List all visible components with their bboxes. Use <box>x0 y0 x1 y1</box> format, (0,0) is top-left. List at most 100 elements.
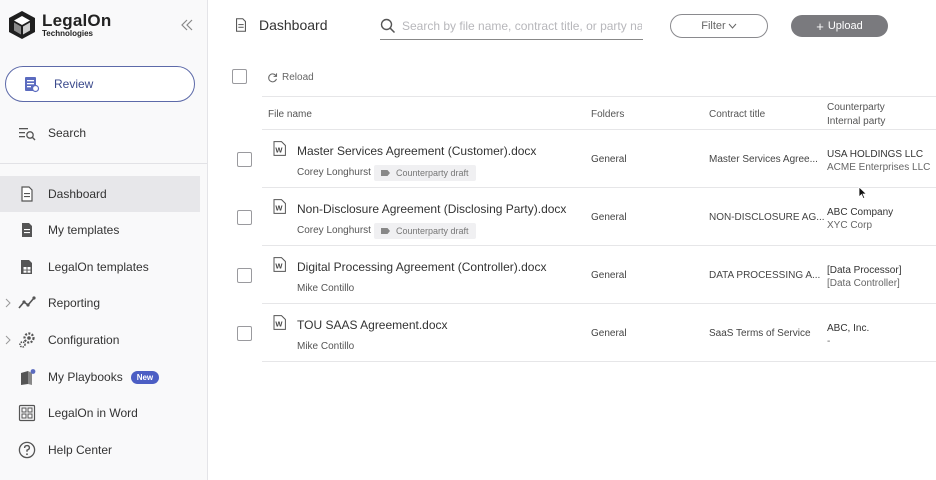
legalon-logo-icon <box>9 11 35 39</box>
trend-icon <box>18 296 36 309</box>
search-input[interactable] <box>402 18 642 33</box>
sidebar-item-reporting[interactable]: Reporting <box>0 285 200 321</box>
folder-cell: General <box>591 212 627 223</box>
parties-cell: ABC Company XYC Corp <box>827 206 893 232</box>
help-icon <box>18 441 36 459</box>
plus-icon: + <box>816 18 824 34</box>
sidebar-item-dashboard[interactable]: Dashboard <box>0 176 200 212</box>
parties-cell: ABC, Inc. - <box>827 322 869 348</box>
counterparty-name: ABC, Inc. <box>827 323 870 334</box>
row-checkbox[interactable] <box>237 210 252 225</box>
word-file-icon: W <box>273 199 286 214</box>
contract-title-cell: DATA PROCESSING A... <box>709 270 821 281</box>
counterparty-name: [Data Processor] <box>827 265 902 276</box>
table-row[interactable]: W TOU SAAS Agreement.docx Mike Contillo … <box>237 304 936 362</box>
sidebar-divider <box>0 163 207 164</box>
page-title: Dashboard <box>233 17 328 33</box>
upload-button[interactable]: + Upload <box>791 15 888 37</box>
svg-text:W: W <box>275 320 283 329</box>
review-button[interactable]: Review <box>5 66 195 102</box>
file-owner: Mike Contillo <box>297 283 355 294</box>
reload-icon <box>268 73 278 83</box>
folder-cell: General <box>591 328 627 339</box>
sidebar-item-label: LegalOn templates <box>48 260 149 274</box>
sidebar-item-legalon-templates[interactable]: LegalOn templates <box>0 249 200 285</box>
internal-party-name: ACME Enterprises LLC <box>827 162 931 173</box>
row-checkbox[interactable] <box>237 268 252 283</box>
brand-subtitle: Technologies <box>42 29 93 38</box>
file-owner: Corey Longhurst <box>297 167 371 178</box>
tag-icon <box>381 170 390 176</box>
counterparty-name: ABC Company <box>827 207 894 218</box>
document-icon <box>21 186 33 202</box>
sidebar-item-label: Help Center <box>48 443 113 457</box>
parties-cell: [Data Processor] [Data Controller] <box>827 264 901 290</box>
file-name-link[interactable]: Non-Disclosure Agreement (Disclosing Par… <box>297 202 566 216</box>
internal-party-name: - <box>827 336 831 347</box>
column-header-file-name[interactable]: File name <box>268 109 312 120</box>
chevron-right-icon <box>5 298 11 308</box>
row-checkbox[interactable] <box>237 152 252 167</box>
collapse-sidebar-icon[interactable] <box>179 17 195 33</box>
file-name-link[interactable]: TOU SAAS Agreement.docx <box>297 318 448 332</box>
svg-text:W: W <box>275 262 283 271</box>
parties-cell: USA HOLDINGS LLC ACME Enterprises LLC <box>827 148 930 174</box>
file-name-link[interactable]: Master Services Agreement (Customer).doc… <box>297 144 536 158</box>
svg-text:W: W <box>275 204 283 213</box>
folder-cell: General <box>591 154 627 165</box>
sidebar-item-label: Search <box>48 126 87 140</box>
row-checkbox[interactable] <box>237 326 252 341</box>
search-icon[interactable] <box>380 18 396 34</box>
sidebar-item-help-center[interactable]: Help Center <box>0 432 200 468</box>
legalon-logo[interactable]: LegalOn Technologies <box>8 10 111 40</box>
upload-label: Upload <box>827 20 863 32</box>
sidebar-item-label: My templates <box>48 223 120 237</box>
templates-grid-icon <box>21 260 32 274</box>
table-header: File name Folders Contract title Counter… <box>262 96 936 130</box>
sidebar-item-search[interactable]: Search <box>0 115 200 151</box>
word-file-icon: W <box>273 257 286 272</box>
file-owner: Corey Longhurst <box>297 225 371 236</box>
contract-title-cell: Master Services Agree... <box>709 154 818 165</box>
review-document-icon <box>25 77 40 93</box>
column-header-contract-title[interactable]: Contract title <box>709 109 765 120</box>
word-grid-icon <box>18 404 36 422</box>
gear-icon <box>19 332 35 348</box>
sidebar-item-my-playbooks[interactable]: My Playbooks New <box>0 359 200 395</box>
status-tag-label: Counterparty draft <box>396 226 469 236</box>
status-tag-label: Counterparty draft <box>396 168 469 178</box>
reload-label: Reload <box>282 72 314 83</box>
sidebar-item-legalon-in-word[interactable]: LegalOn in Word <box>0 395 200 431</box>
contract-title-cell: NON-DISCLOSURE AG... <box>709 212 825 223</box>
search-list-icon <box>19 128 36 141</box>
tag-icon <box>381 228 390 234</box>
counterparty-name: USA HOLDINGS LLC <box>827 149 924 160</box>
playbook-icon <box>21 369 36 385</box>
mouse-pointer-icon <box>858 186 868 200</box>
status-tag: Counterparty draft <box>374 165 476 181</box>
sidebar-item-label: LegalOn in Word <box>48 406 138 420</box>
new-badge: New <box>130 370 160 384</box>
table-row[interactable]: W Digital Processing Agreement (Controll… <box>237 246 936 304</box>
svg-text:W: W <box>275 146 283 155</box>
column-header-folders[interactable]: Folders <box>591 109 624 120</box>
table-row[interactable]: W Master Services Agreement (Customer).d… <box>237 130 936 188</box>
word-file-icon: W <box>273 315 286 330</box>
column-header-internal-party[interactable]: Internal party <box>827 116 885 127</box>
filter-button[interactable]: Filter <box>670 14 768 38</box>
table-row[interactable]: W Non-Disclosure Agreement (Disclosing P… <box>237 188 936 246</box>
search-bar <box>380 12 643 40</box>
documents-table: File name Folders Contract title Counter… <box>237 96 936 362</box>
template-icon <box>22 223 32 237</box>
word-file-icon: W <box>273 141 286 156</box>
reload-button[interactable]: Reload <box>267 72 314 83</box>
sidebar-item-my-templates[interactable]: My templates <box>0 212 200 248</box>
sidebar-item-label: Reporting <box>48 296 101 310</box>
filter-label: Filter <box>701 20 726 32</box>
internal-party-name: [Data Controller] <box>827 278 900 289</box>
sidebar-item-configuration[interactable]: Configuration <box>0 322 200 358</box>
chevron-down-icon <box>728 23 737 29</box>
file-name-link[interactable]: Digital Processing Agreement (Controller… <box>297 260 546 274</box>
column-header-counterparty[interactable]: Counterparty <box>827 102 885 113</box>
select-all-checkbox[interactable] <box>232 69 247 84</box>
